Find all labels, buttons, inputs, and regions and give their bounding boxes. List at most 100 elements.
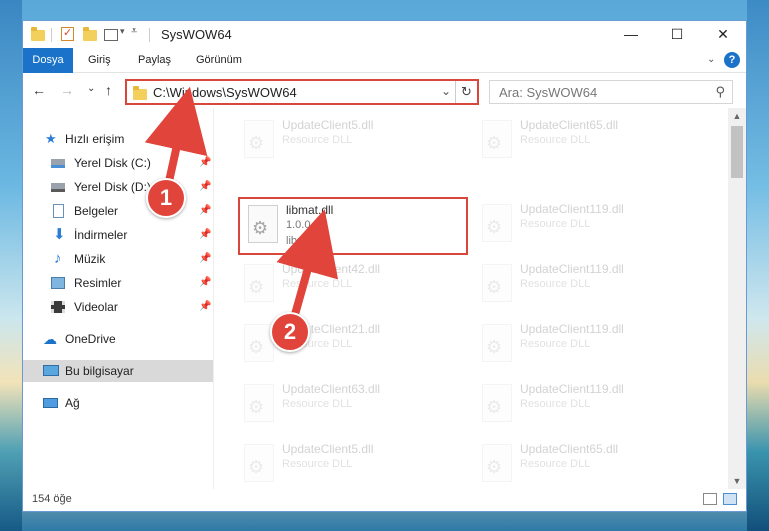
status-bar: 154 öğe <box>23 489 746 511</box>
address-row: ← → ⌄ ↑ C:\Windows\SysWOW64 ⌄ ↻ Ara: Sys… <box>23 74 746 108</box>
sidebar-item-pictures[interactable]: Resimler 📌 <box>23 272 213 294</box>
sidebar-item-videos[interactable]: Videolar 📌 <box>23 296 213 318</box>
gear-icon: ⚙ <box>248 457 265 477</box>
scroll-thumb[interactable] <box>731 126 743 178</box>
item-count: 154 öğe <box>32 493 72 505</box>
pin-icon[interactable]: 📌 <box>199 176 211 198</box>
file-item[interactable]: ⚙ UpdateClient65.dll Resource DLL <box>474 438 704 489</box>
pin-icon[interactable]: 📌 <box>199 272 211 294</box>
scroll-up-icon[interactable]: ▲ <box>728 108 746 124</box>
properties-icon[interactable]: ✓ <box>61 27 74 41</box>
file-item[interactable]: ⚙ UpdateClient42.dll Resource DLL <box>236 258 466 316</box>
pin-icon[interactable]: 📌 <box>199 296 211 318</box>
scroll-down-icon[interactable]: ▼ <box>728 473 746 489</box>
gear-icon: ⚙ <box>252 218 269 238</box>
gear-icon: ⚙ <box>248 337 265 357</box>
file-item[interactable]: ⚙ UpdateClient65.dll Resource DLL <box>474 114 704 172</box>
search-icon: ⚲ <box>715 84 725 99</box>
refresh-button[interactable]: ↻ <box>455 81 477 103</box>
vertical-scrollbar[interactable]: ▲ ▼ <box>728 108 746 489</box>
recent-locations-button[interactable]: ⌄ <box>87 83 95 94</box>
step-1-badge: 1 <box>146 178 186 218</box>
file-item[interactable]: ⚙ UpdateClient119.dll Resource DLL <box>474 378 704 436</box>
gear-icon: ⚙ <box>486 337 503 357</box>
details-view-icon[interactable] <box>703 493 717 505</box>
navigation-pane: ★ Hızlı erişim Yerel Disk (C:) 📌 Yerel D… <box>23 108 213 489</box>
sidebar-item-music[interactable]: ♪ Müzik 📌 <box>23 248 213 270</box>
sidebar-item-onedrive[interactable]: ☁ OneDrive <box>23 328 213 350</box>
dll-file-icon: ⚙ <box>482 264 512 302</box>
chevron-down-icon[interactable]: ▾ <box>120 26 125 42</box>
documents-icon <box>53 204 64 218</box>
dll-file-icon: ⚙ <box>244 384 274 422</box>
gear-icon: ⚙ <box>486 397 503 417</box>
gear-icon: ⚙ <box>248 133 265 153</box>
close-button[interactable]: ✕ <box>700 21 746 48</box>
network-icon <box>43 398 58 408</box>
dll-file-icon: ⚙ <box>244 120 274 158</box>
gear-icon: ⚙ <box>486 133 503 153</box>
dll-file-icon: ⚙ <box>482 384 512 422</box>
file-item[interactable]: ⚙ UpdateClient5.dll Resource DLL <box>236 438 466 489</box>
title-bar: ✓ ▾ ⩡ SysWOW64 — ☐ ✕ <box>23 21 746 48</box>
quick-access-menu-icon[interactable]: ⩡ <box>131 25 137 41</box>
tab-file[interactable]: Dosya <box>23 48 73 73</box>
expand-ribbon-icon[interactable]: ⌄ <box>707 54 715 65</box>
dll-file-icon: ⚙ <box>482 204 512 242</box>
wallpaper-right <box>747 0 769 531</box>
tab-view[interactable]: Görünüm <box>187 48 251 73</box>
dll-file-icon: ⚙ <box>244 444 274 482</box>
drive-icon <box>51 159 65 168</box>
cloud-icon: ☁ <box>43 331 57 347</box>
minimize-button[interactable]: — <box>608 21 654 48</box>
drive-icon <box>51 183 65 192</box>
help-icon[interactable]: ? <box>724 52 740 68</box>
file-item[interactable]: ⚙ UpdateClient119.dll Resource DLL <box>474 318 704 376</box>
folder-icon <box>133 86 147 100</box>
pin-icon[interactable]: 📌 <box>199 152 211 174</box>
sidebar-item-this-pc[interactable]: Bu bilgisayar <box>23 360 213 382</box>
search-input[interactable]: Ara: SysWOW64 <box>499 85 597 100</box>
address-path[interactable]: C:\Windows\SysWOW64 <box>153 85 297 100</box>
separator <box>51 28 52 42</box>
file-item[interactable]: ⚙ UpdateClient5.dll Resource DLL <box>236 114 466 172</box>
pictures-icon <box>51 277 65 289</box>
address-bar[interactable]: C:\Windows\SysWOW64 ⌄ ↻ <box>125 79 479 105</box>
music-icon: ♪ <box>54 250 62 267</box>
maximize-button[interactable]: ☐ <box>654 21 700 48</box>
large-icons-view-icon[interactable] <box>723 493 737 505</box>
pin-icon[interactable]: 📌 <box>199 224 211 246</box>
customize-quick-access-icon[interactable] <box>104 29 118 41</box>
file-item[interactable]: ⚙ UpdateClient119.dll Resource DLL <box>474 198 704 256</box>
dll-file-icon: ⚙ <box>248 205 278 243</box>
dll-file-icon: ⚙ <box>244 264 274 302</box>
file-explorer-window: ✓ ▾ ⩡ SysWOW64 — ☐ ✕ Dosya Giriş Paylaş … <box>22 20 747 512</box>
back-button[interactable]: ← <box>32 82 46 98</box>
gear-icon: ⚙ <box>486 277 503 297</box>
computer-icon <box>43 365 59 376</box>
tab-share[interactable]: Paylaş <box>129 48 180 73</box>
sidebar-item-network[interactable]: Ağ <box>23 392 213 414</box>
file-item[interactable]: ⚙ UpdateClient119.dll Resource DLL <box>474 258 704 316</box>
search-box[interactable]: Ara: SysWOW64 ⚲ <box>489 80 733 104</box>
sidebar-item-local-disk-c[interactable]: Yerel Disk (C:) 📌 <box>23 152 213 174</box>
sidebar-item-quick-access[interactable]: ★ Hızlı erişim <box>23 128 213 150</box>
ribbon-tabs: Dosya Giriş Paylaş Görünüm ⌄ ? <box>23 48 746 73</box>
dll-file-icon: ⚙ <box>482 444 512 482</box>
file-item-libmat[interactable]: ⚙ libmat.dll 1.0.0.1 libmat <box>238 197 468 255</box>
up-button[interactable]: ↑ <box>105 82 112 98</box>
separator <box>149 28 150 42</box>
window-title: SysWOW64 <box>161 27 232 42</box>
address-dropdown-icon[interactable]: ⌄ <box>441 84 451 98</box>
dll-file-icon: ⚙ <box>482 324 512 362</box>
sidebar-item-downloads[interactable]: ⬇ İndirmeler 📌 <box>23 224 213 246</box>
pin-icon[interactable]: 📌 <box>199 200 211 222</box>
gear-icon: ⚙ <box>248 397 265 417</box>
dll-file-icon: ⚙ <box>482 120 512 158</box>
tab-home[interactable]: Giriş <box>79 48 120 73</box>
pin-icon[interactable]: 📌 <box>199 248 211 270</box>
file-item[interactable]: ⚙ UpdateClient63.dll Resource DLL <box>236 378 466 436</box>
forward-button[interactable]: → <box>60 82 74 98</box>
star-icon: ★ <box>45 131 57 146</box>
gear-icon: ⚙ <box>486 457 503 477</box>
